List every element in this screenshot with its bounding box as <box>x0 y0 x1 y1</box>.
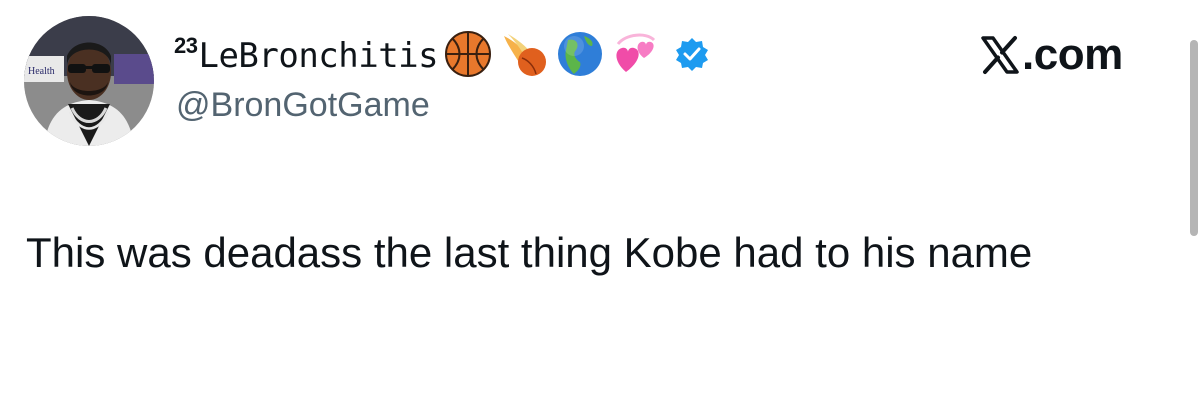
revolving-hearts-emoji <box>610 28 662 80</box>
svg-text:Health: Health <box>28 66 55 77</box>
globe-americas-emoji <box>554 28 606 80</box>
author-handle[interactable]: @BronGotGame <box>176 86 430 125</box>
comet-basketball-emoji <box>498 28 550 80</box>
scrollbar[interactable] <box>1186 0 1200 406</box>
display-name-text: LeBronchitis <box>198 35 439 76</box>
author-name-row: 23LeBronchitis <box>174 26 710 82</box>
source-watermark[interactable]: .com <box>980 30 1123 80</box>
basketball-emoji <box>442 28 494 80</box>
scrollbar-thumb[interactable] <box>1190 40 1198 236</box>
x-logo-icon <box>980 35 1020 75</box>
name-superscript: 23 <box>174 32 198 58</box>
avatar[interactable]: Health <box>24 16 154 146</box>
source-label: .com <box>1022 30 1123 79</box>
tweet-card[interactable]: Health 23LeBronchitis @BronGotGame .com … <box>0 0 1200 406</box>
avatar-image: Health <box>24 16 154 146</box>
display-name[interactable]: 23LeBronchitis <box>174 32 439 76</box>
verified-badge-icon[interactable] <box>674 36 710 72</box>
tweet-text: This was deadass the last thing Kobe had… <box>26 229 1033 276</box>
